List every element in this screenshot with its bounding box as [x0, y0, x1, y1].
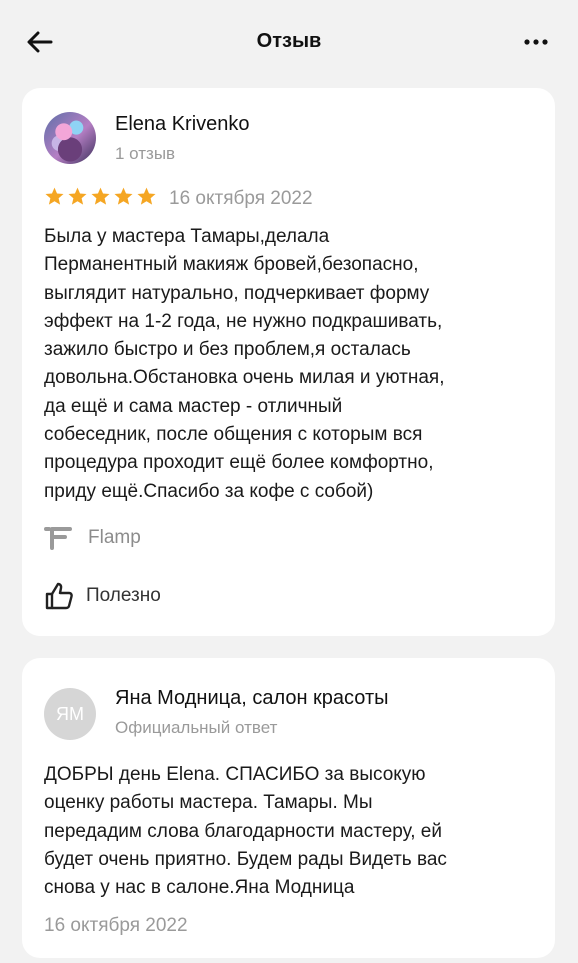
author-name[interactable]: Elena Krivenko [115, 113, 250, 136]
top-bar: Отзыв [0, 0, 578, 84]
review-date: 16 октября 2022 [169, 188, 313, 209]
official-reply-card: ЯМ Яна Модница, салон красоты Официальны… [22, 658, 555, 958]
author-review-count: 1 отзыв [115, 144, 176, 163]
star-icon [114, 187, 133, 205]
star-icon [45, 187, 64, 205]
reply-author-name: Яна Модница, салон красоты [115, 687, 389, 709]
star-icon [137, 187, 156, 205]
star-icon [91, 187, 110, 205]
star-icon [68, 187, 87, 205]
reply-subtitle: Официальный ответ [115, 718, 278, 737]
review-card: Elena Krivenko 1 отзыв 16 октября 2022 Б… [22, 88, 555, 636]
avatar[interactable] [44, 112, 96, 164]
useful-button[interactable]: Полезно [44, 580, 161, 612]
more-button[interactable] [520, 28, 552, 56]
reply-text: ДОБРЫ день Elena. СПАСИБО за высокую оце… [44, 764, 447, 899]
thumbs-up-icon [45, 582, 73, 610]
flamp-logo-icon [44, 527, 72, 550]
useful-label: Полезно [86, 585, 161, 606]
more-horizontal-icon [524, 39, 548, 45]
review-page: Отзыв Elena Krivenko 1 отзыв 16 октября … [0, 0, 578, 963]
rating-stars [44, 186, 157, 210]
page-title: Отзыв [256, 30, 322, 52]
review-text: Была у мастера Тамары,делала Перманентны… [44, 226, 445, 502]
review-source: Flamp [44, 524, 141, 552]
reply-date: 16 октября 2022 [44, 915, 188, 936]
source-label: Flamp [88, 527, 141, 548]
reply-avatar: ЯМ [44, 688, 96, 740]
